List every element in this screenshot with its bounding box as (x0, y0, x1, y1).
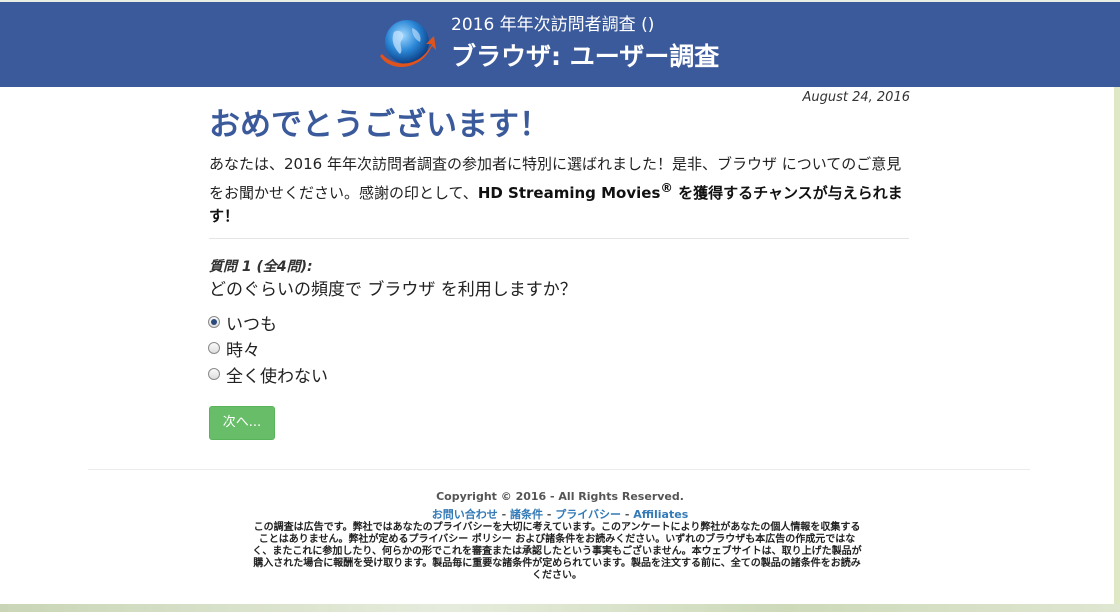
affiliates-link[interactable]: Affiliates (633, 508, 688, 521)
radio-always[interactable] (208, 316, 220, 328)
survey-year-title: 2016 年年次訪問者調査 () (451, 15, 655, 35)
option-never[interactable]: 全く使わない (208, 361, 328, 387)
content-divider (209, 238, 909, 239)
right-edge-strip (1114, 87, 1120, 604)
option-always[interactable]: いつも (208, 309, 328, 335)
globe-arrow-icon (380, 20, 436, 67)
intro-prize-name: HD Streaming Movies (477, 184, 661, 202)
radio-sometimes[interactable] (208, 342, 220, 354)
terms-link[interactable]: 諸条件 (510, 508, 543, 521)
option-sometimes[interactable]: 時々 (208, 335, 328, 361)
page-title: おめでとうございます！ (209, 107, 550, 143)
question-number: 質問 1 (全4問): (209, 259, 313, 275)
question-text: どのぐらいの頻度で ブラウザ を利用しますか？ (209, 280, 577, 300)
next-button[interactable]: 次へ... (209, 406, 275, 440)
bottom-strip (0, 604, 1120, 612)
link-separator: - (542, 508, 556, 521)
radio-never[interactable] (208, 368, 220, 380)
answer-options: いつも 時々 全く使わない (208, 309, 328, 387)
site-header: 2016 年年次訪問者調査 () ブラウザ: ユーザー調査 (0, 2, 1120, 87)
link-separator: - (497, 508, 510, 521)
footer-divider (88, 469, 1030, 470)
registered-mark: ® (660, 180, 673, 195)
disclaimer: この調査は広告です。弊社ではあなたのプライバシーを大切に考えています。このアンケ… (252, 522, 862, 581)
option-label: 時々 (226, 340, 260, 361)
footer-links: お問い合わせ - 諸条件 - プライバシー - Affiliates (0, 506, 1120, 522)
survey-date: August 24, 2016 (802, 90, 910, 105)
link-separator: - (621, 508, 634, 521)
option-label: 全く使わない (226, 366, 328, 387)
contact-link[interactable]: お問い合わせ (432, 508, 498, 521)
copyright: Copyright © 2016 - All Rights Reserved. (436, 490, 684, 503)
privacy-link[interactable]: プライバシー (555, 508, 621, 521)
survey-main-title: ブラウザ: ユーザー調査 (451, 42, 720, 71)
option-label: いつも (226, 314, 277, 335)
intro-paragraph: あなたは、2016 年年次訪問者調査の参加者に特別に選ばれました！是非、ブラウザ… (209, 153, 911, 228)
